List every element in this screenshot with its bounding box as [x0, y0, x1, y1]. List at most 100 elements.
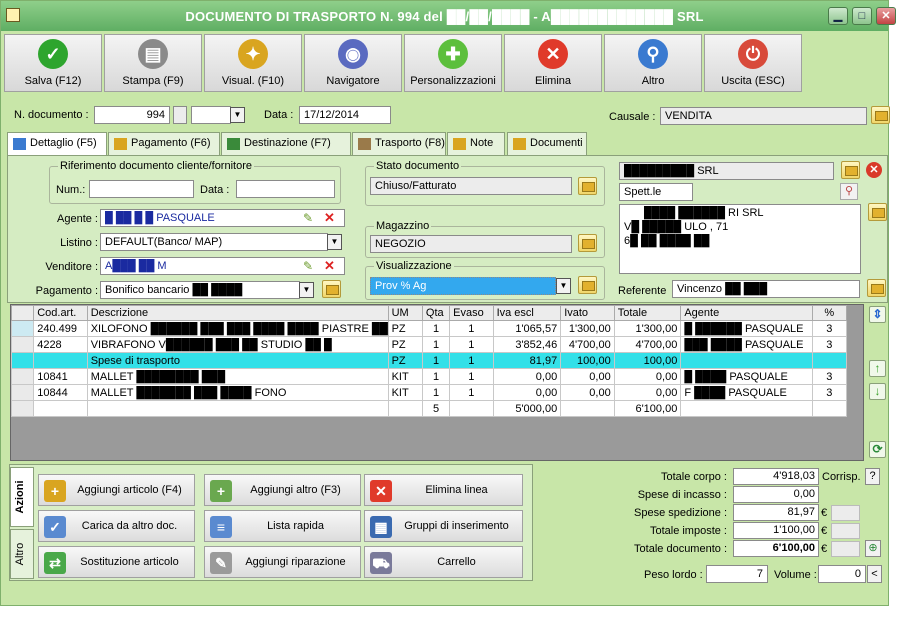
move-down-icon[interactable]: ↓	[869, 383, 886, 400]
column-header[interactable]: Evaso	[449, 305, 494, 321]
cell-cod[interactable]: 4228	[33, 336, 88, 353]
address-box[interactable]: ████ ██████ RI SRL V█ █████ ULO , 71 6█ …	[619, 204, 861, 274]
cell-evaso[interactable]: 1	[449, 384, 494, 401]
action-button-1[interactable]: + Aggiungi altro (F3)	[204, 474, 361, 506]
cell-desc[interactable]: MALLET ████████ ███	[86, 368, 389, 385]
pagamento-select[interactable]: Bonifico bancario ██ ████	[100, 281, 300, 299]
toolbar-button-6[interactable]: ⚲ Altro	[604, 34, 702, 92]
cell-perc[interactable]: 3	[811, 336, 848, 353]
tab-4[interactable]: Note	[447, 132, 505, 156]
spese-incasso-value[interactable]: 0,00	[733, 486, 819, 503]
tab-2[interactable]: Destinazione (F7)	[221, 132, 351, 156]
row-indicator[interactable]	[10, 368, 35, 385]
cell-um[interactable]: KIT	[387, 368, 423, 385]
cell-evaso[interactable]: 1	[449, 368, 494, 385]
cell-agente[interactable]: ███ ████ PASQUALE	[680, 336, 813, 353]
cell-agente[interactable]: F ████ PASQUALE	[680, 384, 813, 401]
cliente-folder-icon[interactable]	[841, 161, 860, 179]
table-row[interactable]: Spese di trasporto PZ 1 1 81,97 100,00 100,00	[10, 352, 848, 369]
cell-qta[interactable]: 1	[421, 320, 451, 337]
referente-folder-icon[interactable]	[867, 279, 886, 297]
row-indicator[interactable]	[10, 384, 35, 401]
table-row[interactable]: 10844 MALLET ███████ ███ ████ FONO KIT 1 1 0,…	[10, 384, 848, 401]
cell-qta[interactable]: 1	[421, 336, 451, 353]
volume-button[interactable]: <	[867, 565, 882, 583]
column-header[interactable]: Totale	[613, 305, 682, 321]
cell-ivato[interactable]: 0,00	[560, 384, 615, 401]
stato-folder-icon[interactable]	[578, 177, 597, 195]
corrisp-help-button[interactable]: ?	[865, 468, 880, 485]
cell-agente[interactable]	[680, 352, 813, 369]
ndoc-suffix-field[interactable]	[191, 106, 231, 124]
pagamento-folder-icon[interactable]	[322, 280, 341, 298]
zoom-in-icon[interactable]: ⊕	[865, 540, 881, 557]
tab-azioni[interactable]: Azioni	[10, 467, 34, 527]
table-row[interactable]: 10841 MALLET ████████ ███ KIT 1 1 0,00 0,00 0,0…	[10, 368, 848, 385]
close-button[interactable]: ✕	[876, 7, 896, 25]
cell-um[interactable]: PZ	[387, 336, 423, 353]
tab-1[interactable]: Pagamento (F6)	[108, 132, 220, 156]
row-indicator[interactable]	[10, 352, 35, 369]
causale-field[interactable]: VENDITA	[660, 107, 867, 125]
visualizzazione-dropdown[interactable]: ▼	[556, 278, 571, 294]
cell-totale[interactable]: 4'700,00	[613, 336, 682, 353]
date-field[interactable]: 17/12/2014	[299, 106, 391, 124]
toolbar-button-5[interactable]: ✕ Elimina	[504, 34, 602, 92]
cliente-search-icon[interactable]: ⚲	[840, 183, 858, 200]
agente-edit-icon[interactable]: ✎	[303, 212, 315, 224]
row-indicator[interactable]	[10, 320, 35, 337]
ndoc-suffix-dropdown[interactable]: ▼	[230, 107, 245, 123]
spett-field[interactable]: Spett.le	[619, 183, 693, 201]
action-button-0[interactable]: + Aggiungi articolo (F4)	[38, 474, 195, 506]
action-button-3[interactable]: ✓ Carica da altro doc.	[38, 510, 195, 542]
listino-select[interactable]: DEFAULT(Banco/ MAP)	[100, 233, 328, 251]
cell-agente[interactable]: █ ██████ PASQUALE	[680, 320, 813, 337]
row-indicator[interactable]	[10, 336, 35, 353]
spese-spedizione-value[interactable]: 81,97	[733, 504, 819, 521]
visualizzazione-select[interactable]: Prov % Ag	[370, 277, 556, 295]
num-field[interactable]	[89, 180, 194, 198]
toolbar-button-4[interactable]: ✚ Personalizzazioni	[404, 34, 502, 92]
cell-cod[interactable]	[33, 352, 88, 369]
cell-iva_escl[interactable]: 0,00	[492, 368, 562, 385]
column-header[interactable]: UM	[387, 305, 423, 321]
cell-ivato[interactable]: 0,00	[560, 368, 615, 385]
tab-altro[interactable]: Altro	[10, 529, 34, 579]
referente-field[interactable]: Vincenzo ██ ███	[672, 280, 860, 298]
table-row[interactable]: 4228 VIBRAFONO V██████ ███ ██ STUDIO ██ █…	[10, 336, 848, 353]
cell-evaso[interactable]: 1	[449, 352, 494, 369]
column-header[interactable]: %	[811, 305, 848, 321]
cell-evaso[interactable]: 1	[449, 336, 494, 353]
causale-folder-icon[interactable]	[871, 106, 890, 124]
rif-date-field[interactable]	[236, 180, 335, 198]
column-header[interactable]: Iva escl	[492, 305, 562, 321]
column-header[interactable]: Descrizione	[86, 305, 389, 321]
cell-desc[interactable]: XILOFONO ██████ ███ ███ ████ ████ PIASTR…	[86, 320, 389, 337]
agente-clear-icon[interactable]: ✕	[324, 211, 336, 224]
cell-totale[interactable]: 1'300,00	[613, 320, 682, 337]
action-button-5[interactable]: ▦ Gruppi di inserimento	[364, 510, 523, 542]
ndoc-spin[interactable]	[173, 106, 187, 124]
pagamento-dropdown[interactable]: ▼	[299, 282, 314, 298]
action-button-8[interactable]: ⛟ Carrello	[364, 546, 523, 578]
action-button-2[interactable]: ✕ Elimina linea	[364, 474, 523, 506]
column-header[interactable]: Cod.art.	[33, 305, 88, 321]
maximize-button[interactable]: □	[852, 7, 872, 25]
tab-5[interactable]: Documenti	[507, 132, 587, 156]
cell-qta[interactable]: 1	[421, 368, 451, 385]
cell-perc[interactable]	[811, 352, 848, 369]
cell-desc[interactable]: MALLET ███████ ███ ████ FONO	[86, 384, 389, 401]
toolbar-button-0[interactable]: ✓ Salva (F12)	[4, 34, 102, 92]
cell-qta[interactable]: 1	[421, 352, 451, 369]
address-folder-icon[interactable]	[868, 203, 887, 221]
column-header[interactable]: Ivato	[560, 305, 615, 321]
cell-iva_escl[interactable]: 3'852,46	[492, 336, 562, 353]
cell-iva_escl[interactable]: 81,97	[492, 352, 562, 369]
cell-evaso[interactable]: 1	[449, 320, 494, 337]
action-button-4[interactable]: ≡ Lista rapida	[204, 510, 361, 542]
cell-ivato[interactable]: 4'700,00	[560, 336, 615, 353]
tab-3[interactable]: Trasporto (F8)	[352, 132, 446, 156]
cell-perc[interactable]: 3	[811, 368, 848, 385]
ndoc-field[interactable]: 994	[94, 106, 170, 124]
toolbar-button-3[interactable]: ◉ Navigatore	[304, 34, 402, 92]
